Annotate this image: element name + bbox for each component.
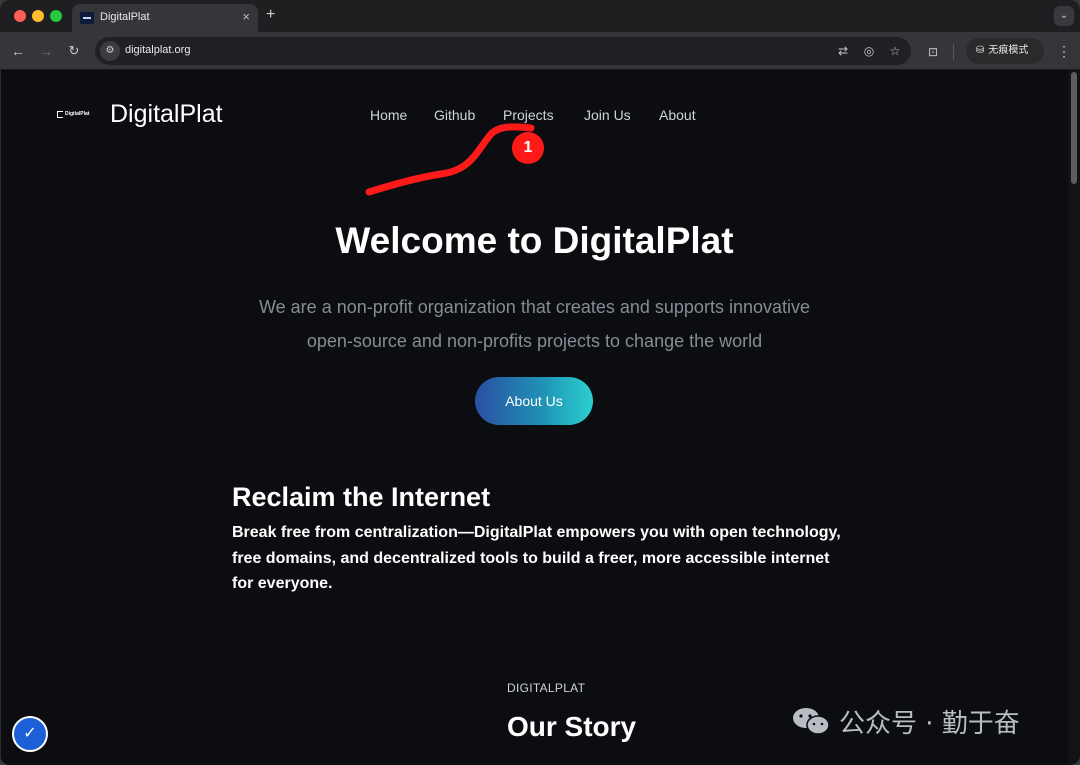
tab-digitalplat[interactable]: DigitalPlat × [72, 4, 258, 32]
incognito-button[interactable]: ⛁ 无痕模式 [966, 38, 1044, 64]
incognito-icon: ⛁ [976, 45, 985, 56]
web-page: DigitalPlat DigitalPlat Home Github Proj… [1, 70, 1068, 765]
back-arrow-icon[interactable]: ← [8, 41, 28, 61]
new-tab-button[interactable]: + [266, 6, 275, 24]
section-title: Reclaim the Internet [232, 482, 491, 512]
url-text[interactable]: digitalplat.org [125, 44, 190, 56]
tracking-eye-icon[interactable]: ◎ [861, 43, 877, 59]
site-logo[interactable]: DigitalPlat [57, 110, 93, 120]
minimize-window-button[interactable] [32, 10, 44, 22]
hero-subtitle: We are a non-profit organization that cr… [221, 290, 848, 358]
lens-icon[interactable]: ⊡ [924, 43, 942, 61]
section-body: Break free from centralization—DigitalPl… [232, 524, 841, 592]
maximize-window-button[interactable] [50, 10, 62, 22]
accessibility-button[interactable]: ✓ [12, 716, 48, 752]
browser-toolbar: ← → ↻ ⚙ digitalplat.org ⇄ ◎ ☆ ⊡ ⛁ 无痕模式 ⋮ [0, 32, 1080, 70]
nav-link-home[interactable]: Home [370, 107, 407, 123]
nav-link-projects[interactable]: Projects [503, 107, 554, 123]
forward-arrow-icon[interactable]: → [36, 41, 56, 61]
close-window-button[interactable] [14, 10, 26, 22]
about-us-button[interactable]: About Us [475, 377, 593, 425]
translate-icon[interactable]: ⇄ [835, 43, 851, 59]
nav-link-about[interactable]: About [659, 107, 696, 123]
logo-text: DigitalPlat [65, 111, 90, 117]
hero-subtitle-line: We are a non-profit organization that cr… [259, 297, 810, 317]
scrollbar-thumb[interactable] [1071, 72, 1077, 184]
browser-window: DigitalPlat × + ⌄ ← → ↻ ⚙ digitalplat.or… [0, 0, 1080, 765]
story-title: Our Story [507, 711, 637, 742]
logo-mark-icon [57, 111, 63, 118]
site-brand[interactable]: DigitalPlat [110, 100, 223, 129]
bookmark-star-icon[interactable]: ☆ [887, 43, 903, 59]
tab-search-button[interactable]: ⌄ [1054, 6, 1074, 26]
annotation-badge: 1 [512, 132, 544, 164]
story-eyebrow: DIGITALPLAT [507, 681, 586, 695]
tab-strip: DigitalPlat × + ⌄ [0, 0, 1080, 32]
favicon-icon [80, 12, 94, 24]
site-info-icon[interactable]: ⚙ [100, 41, 120, 61]
page-scrollbar[interactable] [1068, 70, 1080, 765]
wechat-icon [793, 708, 830, 735]
hero-subtitle-line: open-source and non-profits projects to … [306, 331, 763, 351]
reload-icon[interactable]: ↻ [64, 41, 84, 61]
toolbar-divider [953, 44, 954, 60]
accessibility-icon: ✓ [23, 725, 37, 742]
tab-close-icon[interactable]: × [242, 9, 250, 25]
tab-title: DigitalPlat [100, 11, 150, 23]
address-bar[interactable]: ⚙ digitalplat.org ⇄ ◎ ☆ [95, 37, 911, 65]
incognito-label: 无痕模式 [988, 45, 1029, 56]
nav-link-github[interactable]: Github [434, 107, 475, 123]
hero-title: Welcome to DigitalPlat [335, 220, 734, 261]
more-icon[interactable]: ⋮ [1056, 41, 1072, 61]
nav-link-join-us[interactable]: Join Us [584, 107, 631, 123]
watermark-text: 公众号 · 勤于奋 [839, 709, 1020, 739]
